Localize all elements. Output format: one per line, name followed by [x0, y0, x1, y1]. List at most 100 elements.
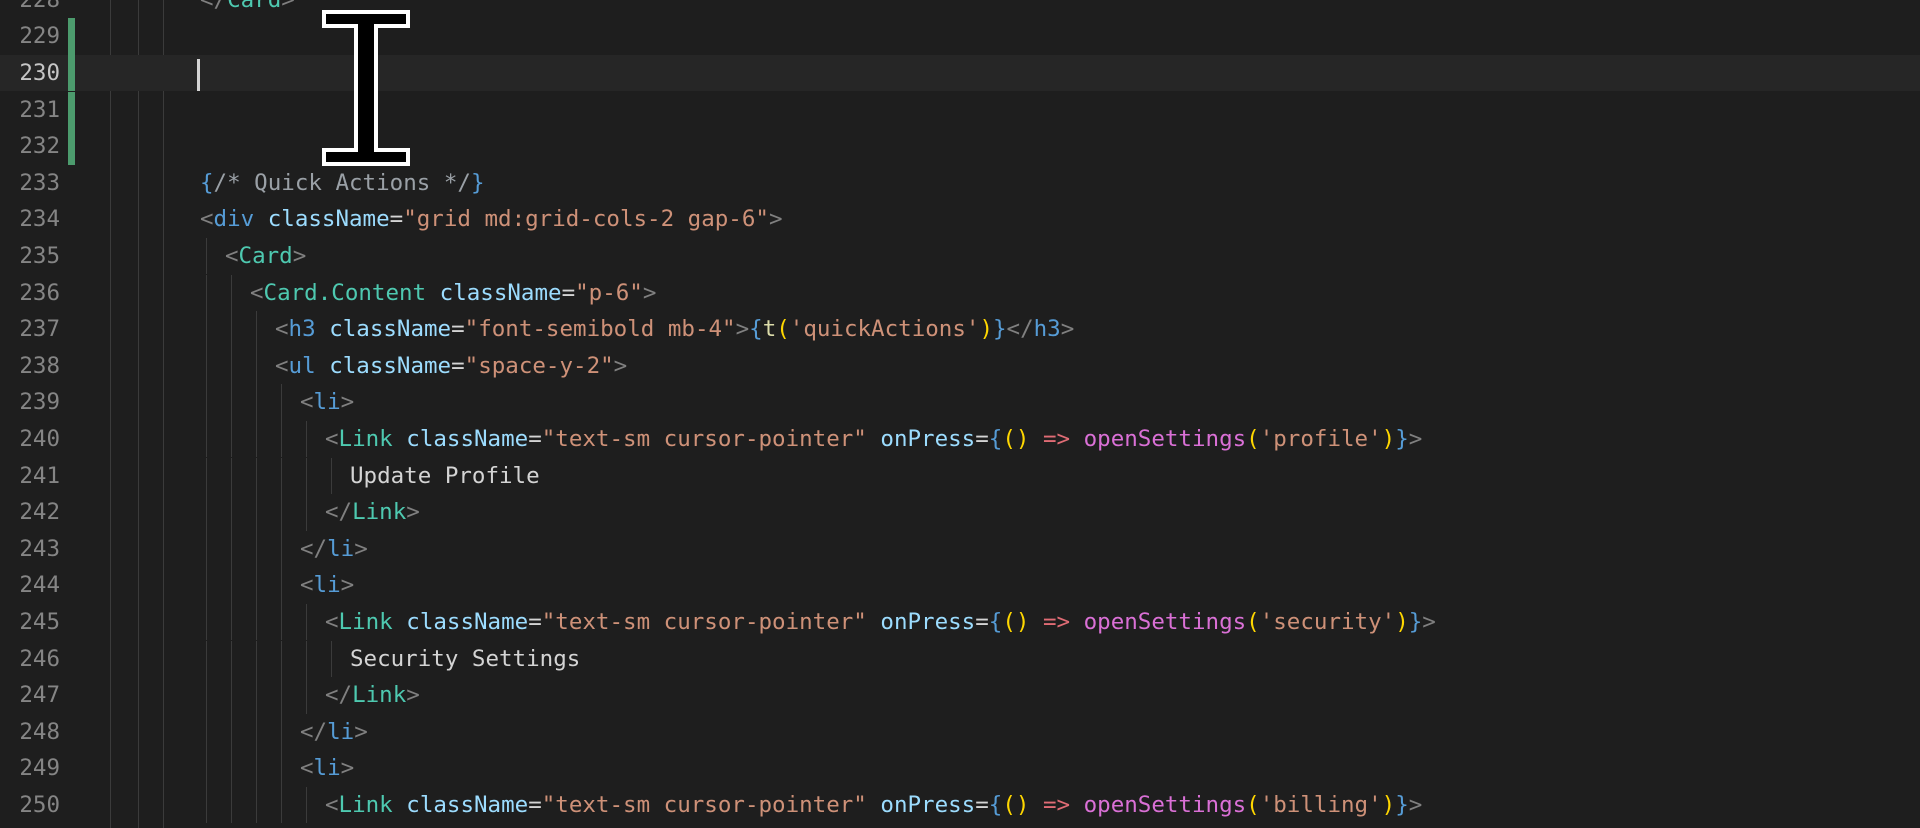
indent-guide — [231, 457, 232, 495]
code-line[interactable]: 239 <li> — [0, 384, 1920, 421]
line-number: 235 — [19, 242, 60, 269]
code-token: ) — [979, 316, 993, 343]
indent-guide — [231, 274, 232, 312]
code-line[interactable]: 228 </Card> — [0, 0, 1920, 18]
code-token: Link — [352, 499, 407, 526]
code-text: <li> — [300, 384, 354, 421]
code-line[interactable]: 229 — [0, 18, 1920, 55]
code-token: { — [988, 425, 1003, 452]
code-line[interactable]: 230 — [0, 54, 1920, 92]
indent-guide — [206, 603, 207, 641]
indent-guide — [256, 567, 257, 604]
code-token: Card.Content — [263, 279, 427, 306]
code-token: className — [329, 316, 452, 343]
code-token: = — [975, 791, 989, 818]
code-token: > — [406, 682, 420, 709]
text-caret — [197, 59, 200, 91]
code-line[interactable]: 236 <Card.Content className="p-6"> — [0, 274, 1920, 312]
indent-guide — [206, 384, 207, 421]
code-token: } — [1395, 425, 1409, 452]
code-line[interactable]: 238 <ul className="space-y-2"> — [0, 347, 1920, 385]
code-token: className — [267, 206, 390, 233]
code-token: = — [389, 206, 404, 233]
code-line[interactable]: 250 <Link className="text-sm cursor-point… — [0, 786, 1920, 824]
code-line[interactable]: 248 </li> — [0, 713, 1920, 751]
code-token: ul — [288, 352, 316, 379]
indent-guide — [306, 603, 307, 641]
indent-guide — [231, 713, 232, 751]
indent-guide — [231, 640, 232, 678]
indent-guide — [256, 347, 257, 385]
code-token: = — [975, 608, 989, 635]
code-token: => — [1042, 425, 1071, 452]
code-line[interactable]: 233 {/* Quick Actions */} — [0, 165, 1920, 202]
code-token: > — [613, 352, 628, 379]
code-token: = — [561, 279, 576, 306]
code-text: <Card.Content className="p-6"> — [250, 275, 656, 312]
indent-guide — [306, 494, 307, 531]
code-token: Update Profile — [350, 462, 540, 489]
code-token: { — [200, 169, 214, 196]
indent-guide — [306, 457, 307, 495]
code-token: } — [1408, 608, 1423, 635]
git-change-marker — [68, 18, 75, 55]
code-line[interactable]: 242 </Link> — [0, 494, 1920, 531]
code-line[interactable]: 244 <li> — [0, 567, 1920, 604]
indent-guide — [281, 384, 282, 421]
code-line[interactable]: 231 — [0, 91, 1920, 129]
line-number: 233 — [19, 169, 60, 196]
code-text: </li> — [300, 714, 368, 751]
code-token: className — [329, 352, 452, 379]
code-text: <div className="grid md:grid-cols-2 gap-… — [200, 201, 783, 238]
code-token: </ — [300, 535, 328, 562]
line-number: 229 — [19, 23, 60, 50]
indent-guide — [281, 786, 282, 824]
code-token: li — [313, 389, 341, 416]
indent-guide — [256, 677, 257, 714]
code-line[interactable]: 249 <li> — [0, 750, 1920, 787]
line-number: 234 — [19, 206, 60, 233]
indent-guide — [206, 786, 207, 824]
code-token: Link — [352, 682, 407, 709]
code-token: "grid md:grid-cols-2 gap-6" — [403, 206, 769, 233]
code-text: <Link className="text-sm cursor-pointer"… — [325, 421, 1422, 458]
code-token: < — [275, 352, 289, 379]
code-token: ) — [1381, 791, 1396, 818]
code-token: () — [1002, 791, 1030, 818]
code-line[interactable]: 243 </li> — [0, 530, 1920, 568]
code-token: > — [354, 535, 368, 562]
indent-guide — [281, 677, 282, 714]
code-token: Link — [338, 791, 393, 818]
indent-guide — [206, 457, 207, 495]
code-text: <Link className="text-sm cursor-pointer"… — [325, 604, 1436, 641]
code-token: div — [213, 206, 255, 233]
indent-guide — [256, 311, 257, 348]
code-token: > — [354, 718, 368, 745]
code-line[interactable]: 232 — [0, 128, 1920, 165]
indent-guide — [306, 640, 307, 678]
code-line[interactable]: 247 </Link> — [0, 677, 1920, 714]
indent-guide — [281, 750, 282, 787]
code-line[interactable]: 245 <Link className="text-sm cursor-point… — [0, 603, 1920, 641]
code-editor[interactable]: 228</Card>229230231232233{/* Quick Actio… — [0, 0, 1920, 828]
indent-guide — [206, 677, 207, 714]
code-token: className — [406, 425, 529, 452]
indent-guide — [206, 420, 207, 458]
indent-guide — [256, 384, 257, 421]
code-line[interactable]: 235 <Card> — [0, 237, 1920, 275]
indent-guide — [206, 311, 207, 348]
code-line[interactable]: 241 Update Profile — [0, 457, 1920, 495]
line-number: 236 — [19, 279, 60, 306]
code-line[interactable]: 234 <div className="grid md:grid-cols-2 g… — [0, 201, 1920, 238]
line-number: 243 — [19, 535, 60, 562]
code-line[interactable]: 246 Security Settings — [0, 640, 1920, 678]
code-line[interactable]: 237 <h3 className="font-semibold mb-4">{t… — [0, 311, 1920, 348]
code-token: > — [281, 0, 295, 13]
line-number: 237 — [19, 316, 60, 343]
code-line[interactable]: 240 <Link className="text-sm cursor-point… — [0, 420, 1920, 458]
indent-guide — [231, 311, 232, 348]
